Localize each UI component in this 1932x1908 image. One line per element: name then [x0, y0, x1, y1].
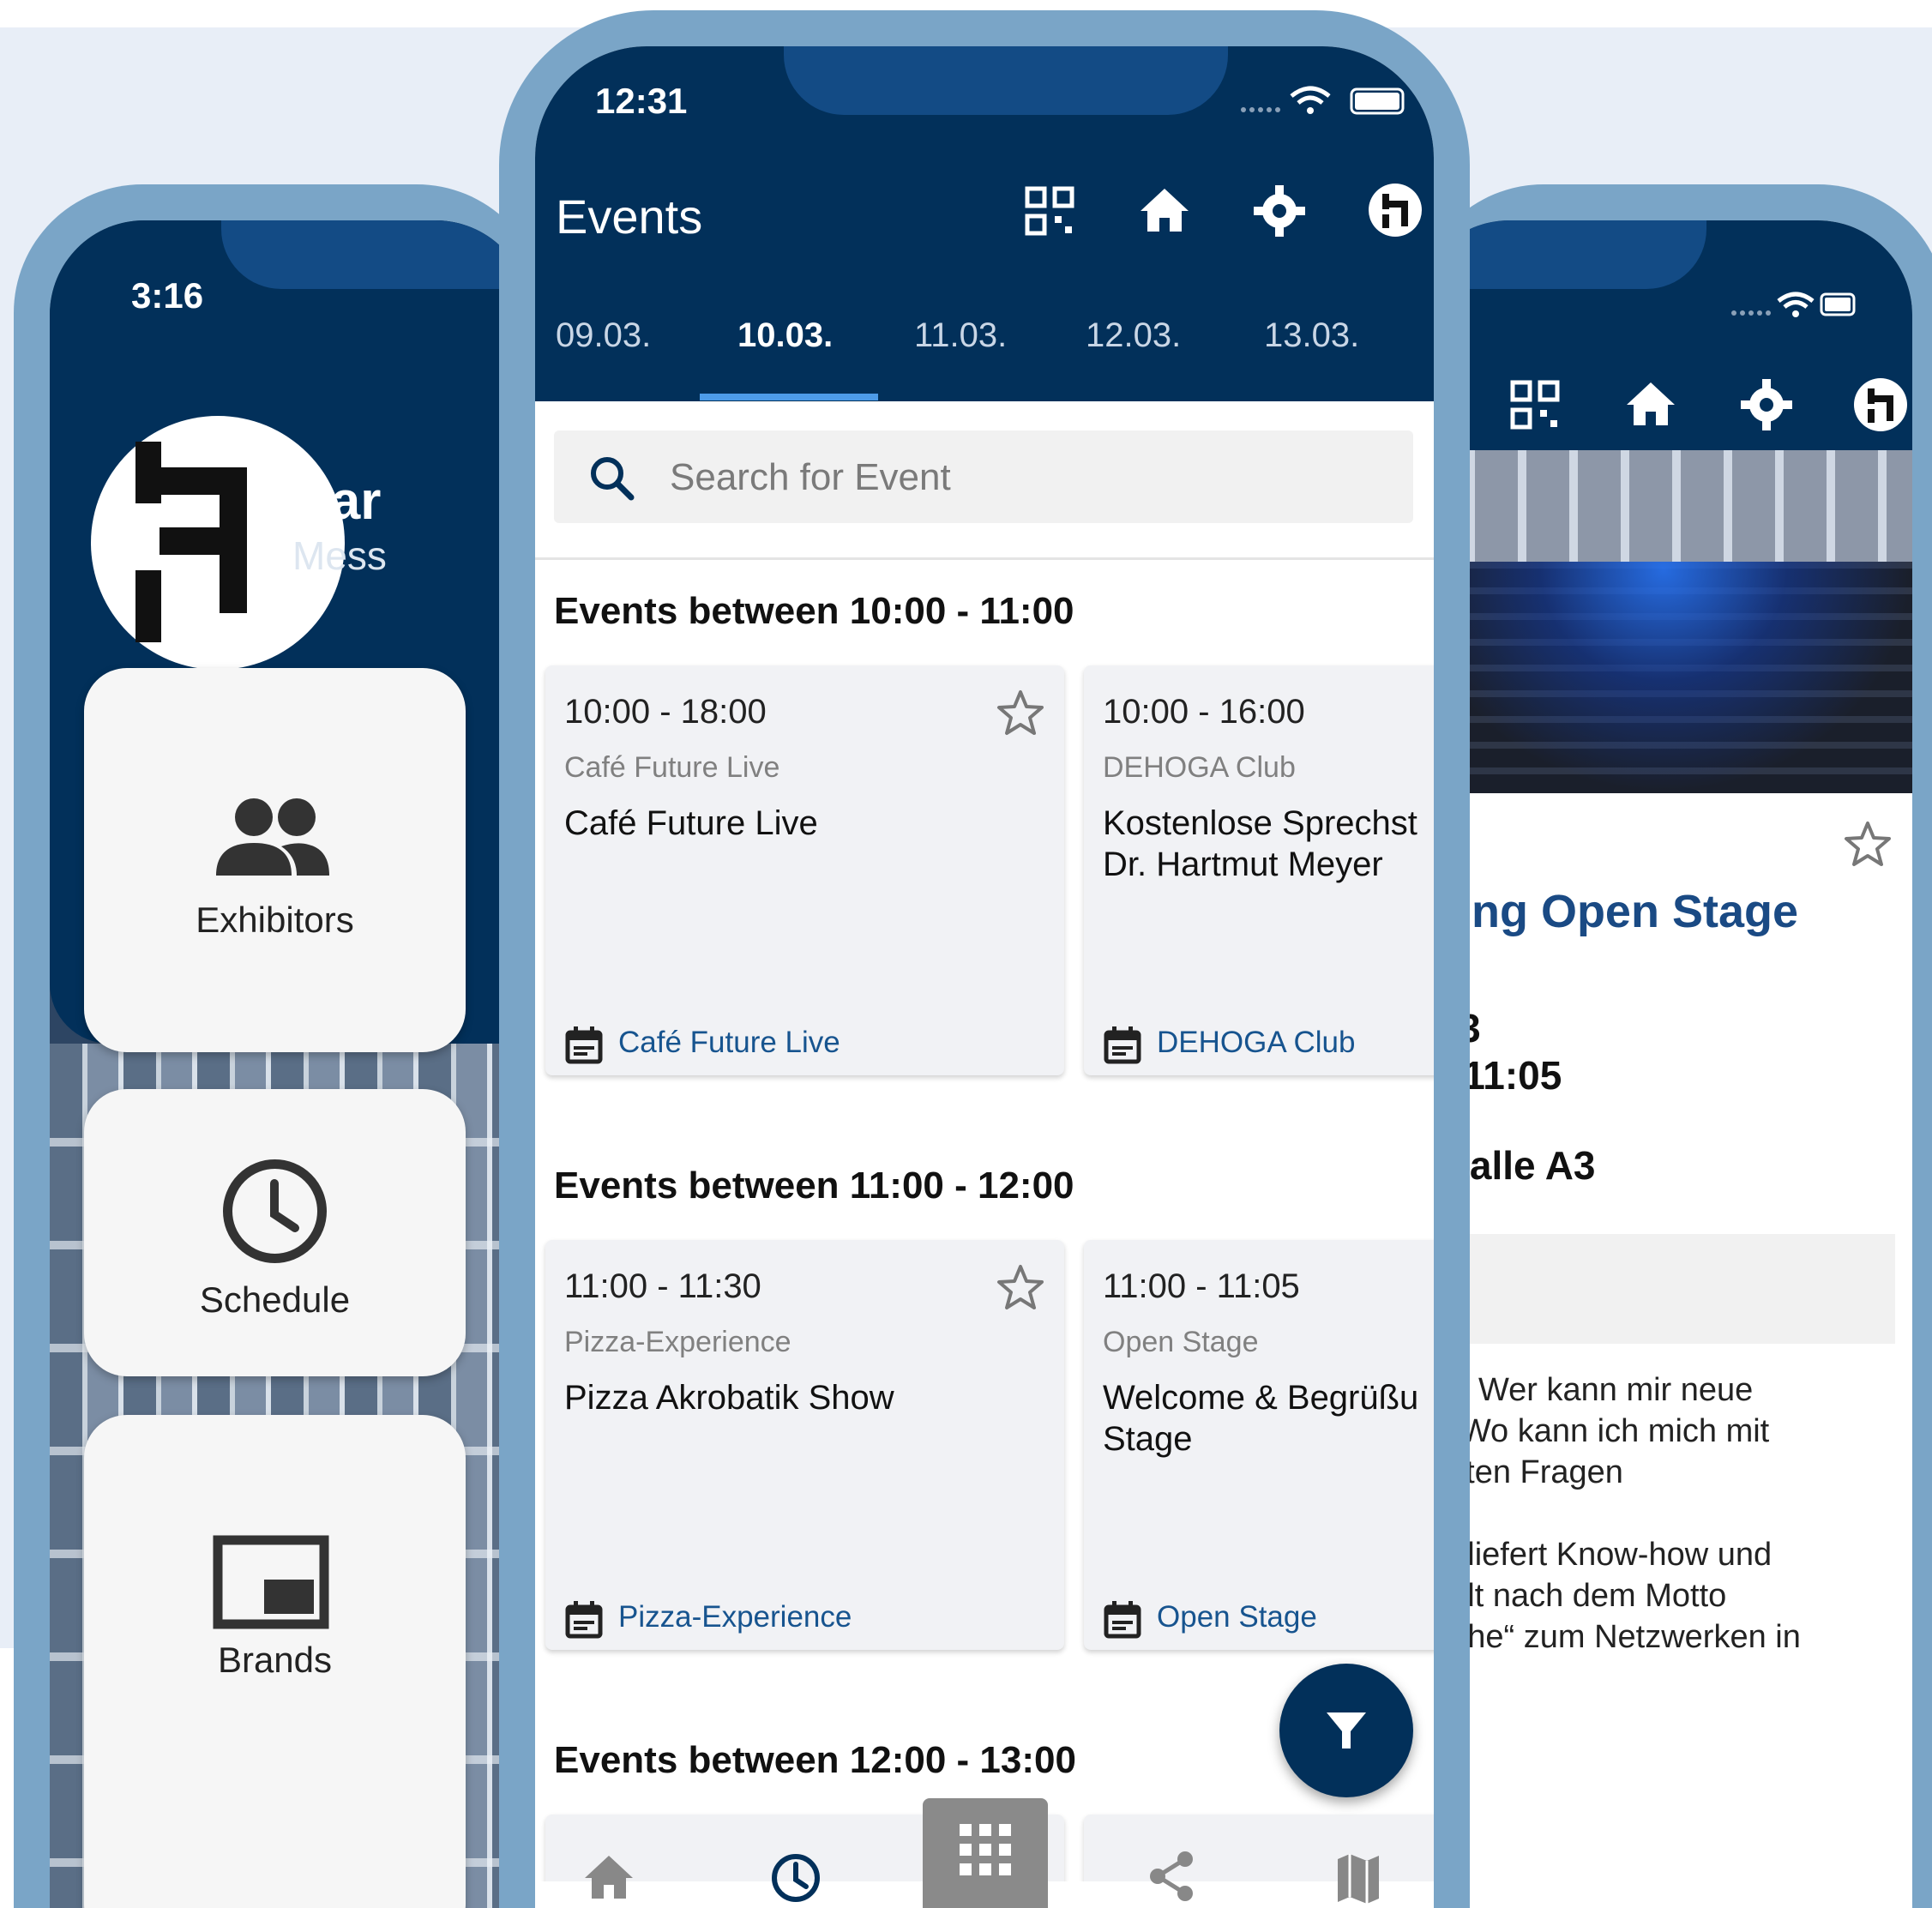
event-title: Kostenlose Sprechst Dr. Hartmut Meyer	[1103, 804, 1417, 883]
tile-exhibitors[interactable]: Exhibitors	[84, 668, 466, 1052]
search-input[interactable]: Search for Event	[670, 456, 951, 499]
tab-10-03[interactable]: 10.03.	[737, 316, 833, 355]
tile-label: Schedule	[199, 1279, 351, 1320]
right-phone: ßung Open Stage 023 ) - 11:05 r Halle A3…	[1415, 184, 1932, 1908]
status-time: 12:31	[595, 81, 688, 121]
event-location: Open Stage	[1103, 1326, 1259, 1358]
event-location: DEHOGA Club	[1103, 751, 1296, 784]
section-heading: Events between 11:00 - 12:00	[554, 1165, 1074, 1207]
description-line: ige liefert Know-how und	[1415, 1537, 1773, 1573]
avatar-logo-icon[interactable]	[1852, 376, 1909, 433]
event-card[interactable]: 11:00 - 11:30 Pizza-Experience Pizza Akr…	[545, 1240, 1064, 1650]
share-icon[interactable]	[1147, 1851, 1195, 1902]
event-card[interactable]: 10:00 - 16:00 DEHOGA Club Kostenlose Spr…	[1084, 665, 1434, 1075]
home-icon[interactable]	[1625, 379, 1676, 427]
description-line: n? Wo kann ich mich mit	[1415, 1413, 1770, 1449]
menu-grid-button[interactable]	[923, 1798, 1048, 1908]
phone-notch	[784, 46, 1228, 115]
center-phone: 12:31 Events 09.03. 10.03. 11.03. 12.03.…	[499, 10, 1470, 1908]
info-bar	[1415, 1234, 1895, 1344]
active-tab-indicator	[700, 394, 878, 400]
event-title: ßung Open Stage	[1415, 886, 1799, 937]
section-heading: Events between 10:00 - 11:00	[554, 590, 1074, 632]
event-stage-link[interactable]: Pizza-Experience	[618, 1600, 852, 1634]
description-line: n.	[1415, 1658, 1895, 1699]
event-stage-link[interactable]: DEHOGA Club	[1157, 1026, 1355, 1060]
divider	[535, 557, 1434, 560]
tile-brands[interactable]: Brands	[84, 1415, 466, 1908]
filter-icon	[1327, 1712, 1366, 1748]
tab-11-03[interactable]: 11.03.	[914, 316, 1007, 355]
status-time: 3:16	[131, 275, 204, 316]
qr-code-icon[interactable]	[1509, 379, 1561, 430]
event-time: 10:00 - 18:00	[564, 693, 767, 731]
event-title: Pizza Akrobatik Show	[564, 1379, 894, 1417]
search-icon	[591, 457, 635, 501]
event-description: ne? Wer kann mir neue n? Wo kann ich mic…	[1415, 1369, 1895, 1699]
calendar-icon	[565, 1026, 603, 1064]
event-stage-link[interactable]: Open Stage	[1157, 1600, 1317, 1634]
event-title: Café Future Live	[564, 804, 818, 842]
description-line: anche“ zum Netzwerken in	[1415, 1619, 1801, 1655]
tab-12-03[interactable]: 12.03.	[1086, 316, 1181, 355]
center-phone-screen: 12:31 Events 09.03. 10.03. 11.03. 12.03.…	[535, 46, 1434, 1908]
clock-icon[interactable]	[770, 1852, 822, 1904]
event-time: 11:00 - 11:05	[1103, 1267, 1300, 1305]
event-time: 11:00 - 11:30	[564, 1267, 761, 1305]
description-line: ne? Wer kann mir neue	[1415, 1372, 1754, 1408]
calendar-icon	[1104, 1026, 1141, 1064]
section-heading: Events between 12:00 - 13:00	[554, 1739, 1076, 1781]
gear-icon[interactable]	[1254, 185, 1305, 237]
event-title: Welcome & Begrüßu Stage	[1103, 1379, 1419, 1458]
filter-button[interactable]	[1279, 1664, 1413, 1797]
home-icon[interactable]	[583, 1852, 635, 1900]
description-line: l lädt nach dem Motto	[1415, 1578, 1727, 1614]
star-icon[interactable]	[1844, 821, 1892, 867]
tab-13-03[interactable]: 13.03.	[1264, 316, 1359, 355]
brand-name: Har	[292, 472, 382, 531]
event-card[interactable]: 10:00 - 18:00 Café Future Live Café Futu…	[545, 665, 1064, 1075]
picture-in-picture-icon	[213, 1535, 329, 1629]
description-line: tigsten Fragen	[1415, 1454, 1623, 1490]
avatar-logo-icon[interactable]	[1367, 182, 1423, 238]
star-icon[interactable]	[996, 1264, 1044, 1310]
left-phone-screen: 3:16 Har Mess Exhibitors Schedule Brands	[50, 220, 530, 1908]
tile-schedule[interactable]: Schedule	[84, 1089, 466, 1376]
map-icon[interactable]	[1334, 1852, 1382, 1904]
gear-icon[interactable]	[1741, 379, 1792, 430]
right-phone-screen: ßung Open Stage 023 ) - 11:05 r Halle A3…	[1415, 220, 1912, 1908]
calendar-icon	[1104, 1601, 1141, 1639]
qr-code-icon[interactable]	[1024, 185, 1075, 237]
star-icon[interactable]	[996, 689, 1044, 736]
event-location: Pizza-Experience	[564, 1326, 791, 1358]
page-title: Events	[556, 190, 703, 244]
status-icons	[1731, 292, 1856, 317]
tile-label: Exhibitors	[196, 900, 354, 940]
people-icon	[216, 798, 329, 876]
search-bar[interactable]: Search for Event	[554, 430, 1413, 523]
brand-subtitle: Mess	[292, 533, 387, 578]
grid-icon	[960, 1824, 1011, 1875]
phone-notch	[221, 220, 530, 289]
left-phone: 3:16 Har Mess Exhibitors Schedule Brands	[14, 184, 545, 1908]
status-icons	[1241, 86, 1405, 115]
event-photo-ceiling	[1415, 450, 1912, 562]
home-icon[interactable]	[1139, 185, 1190, 233]
event-stage-link[interactable]: Café Future Live	[618, 1026, 840, 1060]
tile-label: Brands	[217, 1640, 333, 1680]
event-time: 10:00 - 16:00	[1103, 693, 1305, 731]
clock-icon	[223, 1159, 327, 1263]
event-card[interactable]: 11:00 - 11:05 Open Stage Welcome & Begrü…	[1084, 1240, 1434, 1650]
tab-09-03[interactable]: 09.03.	[556, 316, 651, 355]
calendar-icon	[565, 1601, 603, 1639]
event-location: Café Future Live	[564, 751, 780, 784]
